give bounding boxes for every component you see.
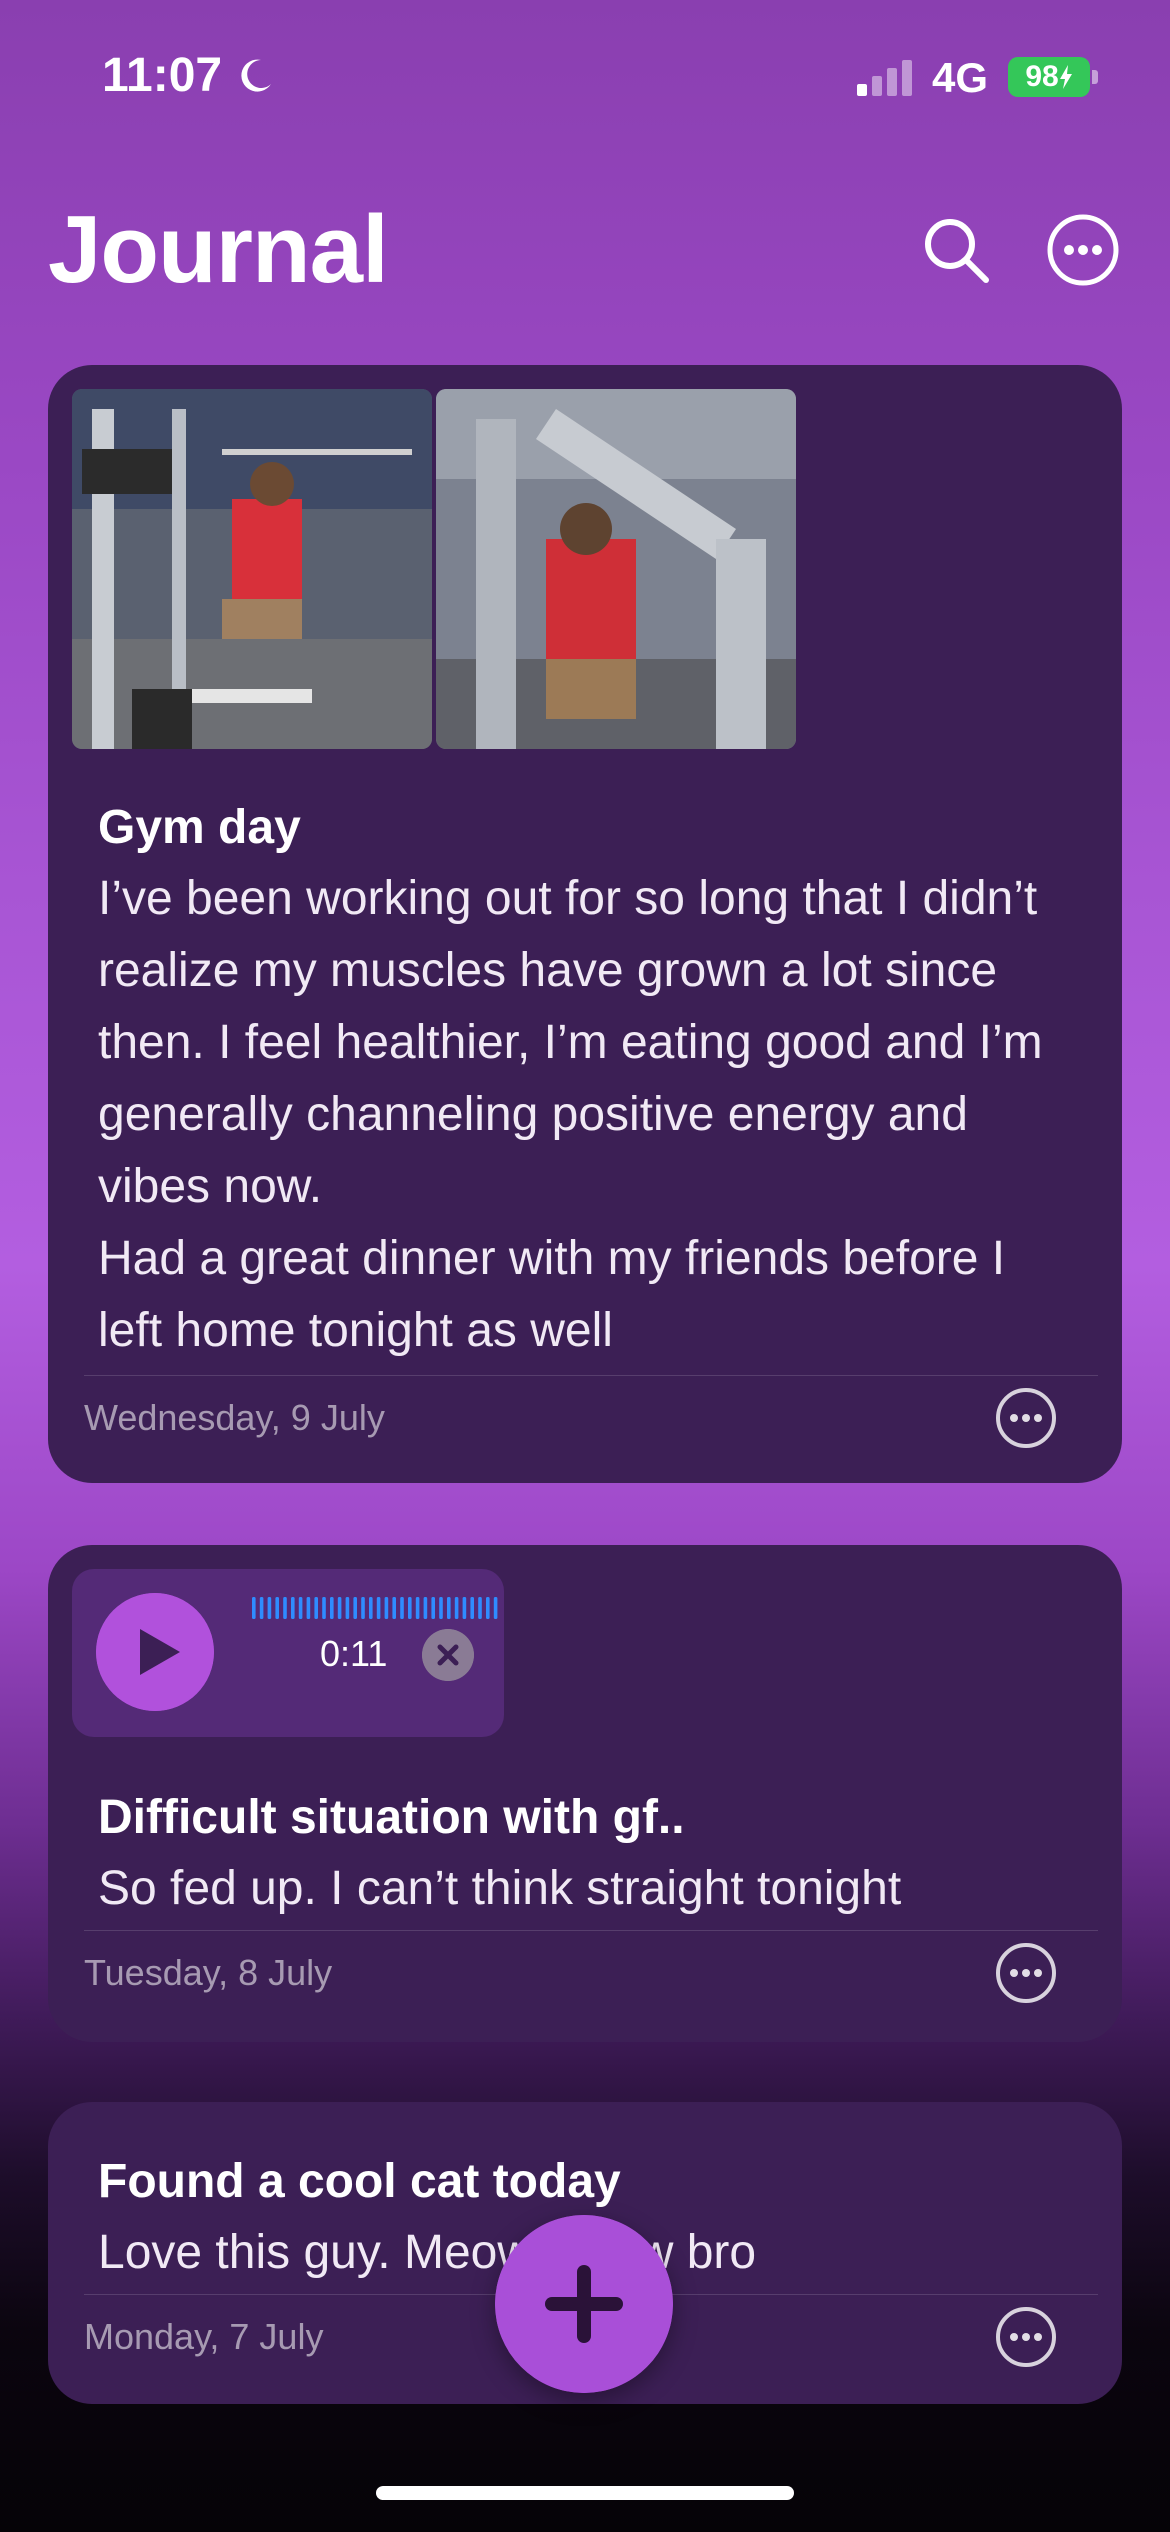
waveform-bar: [447, 1597, 451, 1619]
status-time: 11:07: [102, 49, 223, 102]
waveform-bar: [291, 1597, 295, 1619]
add-entry-button[interactable]: [495, 2215, 673, 2393]
waveform-bar: [314, 1597, 318, 1619]
battery-level: 98: [1025, 60, 1059, 93]
search-icon[interactable]: [918, 212, 994, 288]
waveform-bar: [384, 1597, 389, 1619]
gym-photo-machine[interactable]: [436, 389, 796, 749]
waveform-bar: [345, 1597, 350, 1619]
waveform-bar: [392, 1597, 396, 1619]
waveform-bar: [376, 1597, 381, 1619]
gym-photo-bench-press[interactable]: [72, 389, 432, 749]
entry-body: So fed up. I can’t think straight tonigh…: [98, 1862, 902, 1915]
entry-title: Gym day: [98, 801, 301, 854]
waveform-bar: [330, 1597, 334, 1619]
waveform-bar: [322, 1597, 326, 1619]
audio-duration: 0:11: [320, 1633, 388, 1674]
waveform-bar: [267, 1597, 272, 1619]
waveform-bar: [283, 1597, 287, 1619]
waveform-bar: [423, 1597, 428, 1619]
waveform-bar: [470, 1597, 474, 1619]
entry-title: Found a cool cat today: [98, 2155, 621, 2208]
waveform-bar: [431, 1597, 435, 1619]
divider: [84, 1930, 1098, 1931]
waveform-bar: [454, 1597, 459, 1619]
waveform-bar: [361, 1597, 365, 1619]
audio-attachment[interactable]: 0:11: [72, 1569, 504, 1737]
waveform-bar: [462, 1597, 467, 1619]
battery-cap: [1092, 70, 1098, 84]
waveform-bar: [298, 1597, 303, 1619]
entry-date: Monday, 7 July: [84, 2316, 324, 2357]
waveform-bar: [478, 1597, 482, 1619]
entry-date: Wednesday, 9 July: [84, 1397, 385, 1438]
divider: [84, 1375, 1098, 1376]
entry-more-icon[interactable]: [994, 1386, 1058, 1450]
battery-indicator: 98: [1008, 57, 1090, 97]
moon-icon: [241, 59, 271, 92]
waveform-bar: [306, 1597, 311, 1619]
close-icon[interactable]: [422, 1629, 474, 1681]
play-icon[interactable]: [96, 1593, 214, 1711]
network-type: 4G: [932, 54, 989, 101]
status-bar: 11:07 4G 98: [0, 0, 1170, 150]
entry-body: I’ve been working out for so long that I…: [98, 872, 1043, 1357]
waveform-bar: [400, 1597, 404, 1619]
entry-more-icon[interactable]: [994, 1941, 1058, 2005]
waveform-bar: [259, 1597, 264, 1619]
journal-entry-card[interactable]: 0:11 Difficult situation with gf.. So fe…: [48, 1545, 1122, 2042]
page-title: Journal: [48, 196, 389, 303]
entry-date: Tuesday, 8 July: [84, 1952, 333, 1993]
journal-entry-card[interactable]: Gym day I’ve been working out for so lon…: [48, 365, 1122, 1483]
more-options-icon[interactable]: [1045, 212, 1121, 288]
waveform-bar: [415, 1597, 420, 1619]
waveform-bar: [439, 1597, 443, 1619]
cellular-signal-icon: [857, 60, 912, 96]
entry-more-icon[interactable]: [994, 2305, 1058, 2369]
waveform-bar: [408, 1597, 412, 1619]
home-indicator: [376, 2486, 794, 2500]
waveform-bar: [353, 1597, 357, 1619]
waveform-bar: [337, 1597, 342, 1619]
waveform-bar: [486, 1597, 490, 1619]
waveform-bar: [275, 1597, 279, 1619]
audio-waveform: [252, 1597, 498, 1619]
waveform-bar: [369, 1597, 373, 1619]
waveform-bar: [493, 1597, 498, 1619]
charging-bolt-icon: [1059, 65, 1072, 89]
entry-title: Difficult situation with gf..: [98, 1791, 685, 1844]
waveform-bar: [252, 1597, 256, 1619]
